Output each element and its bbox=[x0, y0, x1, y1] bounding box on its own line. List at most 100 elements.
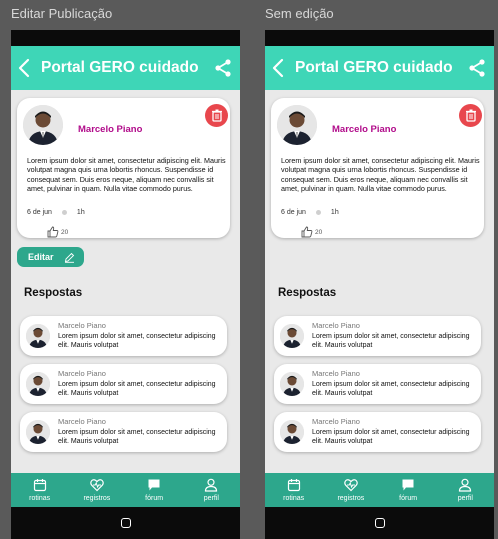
reply-author: Marcelo Piano bbox=[58, 417, 106, 426]
nav-item-rotinas[interactable]: rotinas bbox=[11, 473, 68, 507]
delete-button[interactable] bbox=[459, 104, 482, 127]
reply-text: Lorem ipsum dolor sit amet, consectetur … bbox=[312, 381, 470, 397]
nav-label: perfil bbox=[203, 495, 219, 502]
nav-label: rotinas bbox=[29, 495, 51, 502]
app-title: Portal GERO cuidado bbox=[295, 59, 453, 76]
reply-card: Marcelo Piano Lorem ipsum dolor sit amet… bbox=[274, 316, 481, 356]
edit-button[interactable]: Editar bbox=[17, 247, 84, 267]
heart-pulse-icon bbox=[90, 479, 104, 492]
reply-avatar bbox=[26, 372, 50, 396]
trash-icon bbox=[465, 109, 476, 122]
nav-label: rotinas bbox=[283, 495, 305, 502]
reply-avatar bbox=[280, 420, 304, 444]
nav-item-registros[interactable]: registros bbox=[322, 473, 379, 507]
reply-card: Marcelo Piano Lorem ipsum dolor sit amet… bbox=[20, 316, 227, 356]
reply-avatar bbox=[280, 372, 304, 396]
app-title: Portal GERO cuidado bbox=[41, 59, 199, 76]
home-button[interactable] bbox=[120, 518, 131, 528]
post-author: Marcelo Piano bbox=[78, 124, 143, 135]
post-date: 6 de jun bbox=[27, 209, 52, 216]
like-count: 20 bbox=[61, 228, 69, 236]
like-button[interactable]: 20 bbox=[301, 226, 322, 238]
trash-icon bbox=[211, 109, 222, 122]
post-card: Marcelo Piano Lorem ipsum dolor sit amet… bbox=[271, 98, 484, 238]
screen-label-edit: Editar Publicação bbox=[11, 6, 113, 21]
thumbs-up-icon bbox=[47, 226, 59, 238]
reply-card: Marcelo Piano Lorem ipsum dolor sit amet… bbox=[274, 364, 481, 404]
nav-item-rotinas[interactable]: rotinas bbox=[265, 473, 322, 507]
pencil-icon bbox=[64, 252, 74, 263]
nav-item-forum[interactable]: fórum bbox=[380, 473, 437, 507]
thumbs-up-icon bbox=[301, 226, 313, 238]
reply-text: Lorem ipsum dolor sit amet, consectetur … bbox=[312, 429, 470, 445]
nav-item-perfil[interactable]: perfil bbox=[437, 473, 494, 507]
share-icon[interactable] bbox=[467, 58, 487, 78]
reply-text: Lorem ipsum dolor sit amet, consectetur … bbox=[58, 429, 216, 445]
share-icon[interactable] bbox=[213, 58, 233, 78]
phone-screen-edit: Portal GERO cuidado Marcelo Piano Lorem … bbox=[11, 30, 240, 539]
phone-screen-no-edit: Portal GERO cuidado Marcelo Piano Lorem … bbox=[265, 30, 494, 539]
nav-label: fórum bbox=[399, 495, 418, 502]
post-author: Marcelo Piano bbox=[332, 124, 397, 135]
main-content: Marcelo Piano Lorem ipsum dolor sit amet… bbox=[265, 90, 494, 473]
reply-avatar bbox=[26, 420, 50, 444]
nav-label: perfil bbox=[457, 495, 473, 502]
main-content: Marcelo Piano Lorem ipsum dolor sit amet… bbox=[11, 90, 240, 473]
reply-card: Marcelo Piano Lorem ipsum dolor sit amet… bbox=[274, 412, 481, 452]
chat-icon bbox=[148, 479, 160, 491]
post-time: 1h bbox=[76, 209, 85, 216]
reply-author: Marcelo Piano bbox=[58, 321, 106, 330]
back-arrow-icon[interactable] bbox=[18, 57, 32, 79]
nav-item-forum[interactable]: fórum bbox=[126, 473, 183, 507]
nav-label: registros bbox=[337, 495, 365, 502]
heart-pulse-icon bbox=[344, 479, 358, 492]
reply-author: Marcelo Piano bbox=[58, 369, 106, 378]
user-icon bbox=[459, 478, 472, 492]
reply-card: Marcelo Piano Lorem ipsum dolor sit amet… bbox=[20, 412, 227, 452]
calendar-icon bbox=[33, 479, 46, 492]
post-card: Marcelo Piano Lorem ipsum dolor sit amet… bbox=[17, 98, 230, 238]
post-meta: 6 de jun 1h bbox=[281, 209, 339, 216]
answers-title: Respostas bbox=[278, 287, 337, 299]
status-bar bbox=[265, 30, 494, 46]
edit-label: Editar bbox=[28, 252, 54, 262]
separator-dot bbox=[315, 210, 321, 215]
reply-author: Marcelo Piano bbox=[312, 417, 360, 426]
calendar-icon bbox=[287, 479, 300, 492]
delete-button[interactable] bbox=[205, 104, 228, 127]
avatar bbox=[23, 105, 63, 145]
system-bar bbox=[265, 507, 494, 539]
status-bar bbox=[11, 30, 240, 46]
back-arrow-icon[interactable] bbox=[272, 57, 286, 79]
nav-item-perfil[interactable]: perfil bbox=[183, 473, 240, 507]
separator-dot bbox=[61, 210, 67, 215]
app-header: Portal GERO cuidado bbox=[11, 46, 240, 90]
system-bar bbox=[11, 507, 240, 539]
like-button[interactable]: 20 bbox=[47, 226, 68, 238]
avatar bbox=[277, 105, 317, 145]
reply-avatar bbox=[26, 324, 50, 348]
reply-card: Marcelo Piano Lorem ipsum dolor sit amet… bbox=[20, 364, 227, 404]
home-button[interactable] bbox=[374, 518, 385, 528]
reply-avatar bbox=[280, 324, 304, 348]
nav-label: fórum bbox=[145, 495, 164, 502]
nav-label: registros bbox=[83, 495, 111, 502]
screen-label-no-edit: Sem edição bbox=[265, 6, 334, 21]
post-body: Lorem ipsum dolor sit amet, consectetur … bbox=[27, 156, 226, 194]
chat-icon bbox=[402, 479, 414, 491]
reply-author: Marcelo Piano bbox=[312, 369, 360, 378]
like-count: 20 bbox=[315, 228, 323, 236]
bottom-nav: rotinas registros fórum perfil bbox=[11, 473, 240, 507]
post-date: 6 de jun bbox=[281, 209, 306, 216]
reply-author: Marcelo Piano bbox=[312, 321, 360, 330]
bottom-nav: rotinas registros fórum perfil bbox=[265, 473, 494, 507]
post-time: 1h bbox=[330, 209, 339, 216]
reply-text: Lorem ipsum dolor sit amet, consectetur … bbox=[58, 381, 216, 397]
answers-title: Respostas bbox=[24, 287, 83, 299]
app-header: Portal GERO cuidado bbox=[265, 46, 494, 90]
post-body: Lorem ipsum dolor sit amet, consectetur … bbox=[281, 156, 480, 194]
user-icon bbox=[205, 478, 218, 492]
nav-item-registros[interactable]: registros bbox=[68, 473, 125, 507]
post-meta: 6 de jun 1h bbox=[27, 209, 85, 216]
reply-text: Lorem ipsum dolor sit amet, consectetur … bbox=[312, 333, 470, 349]
